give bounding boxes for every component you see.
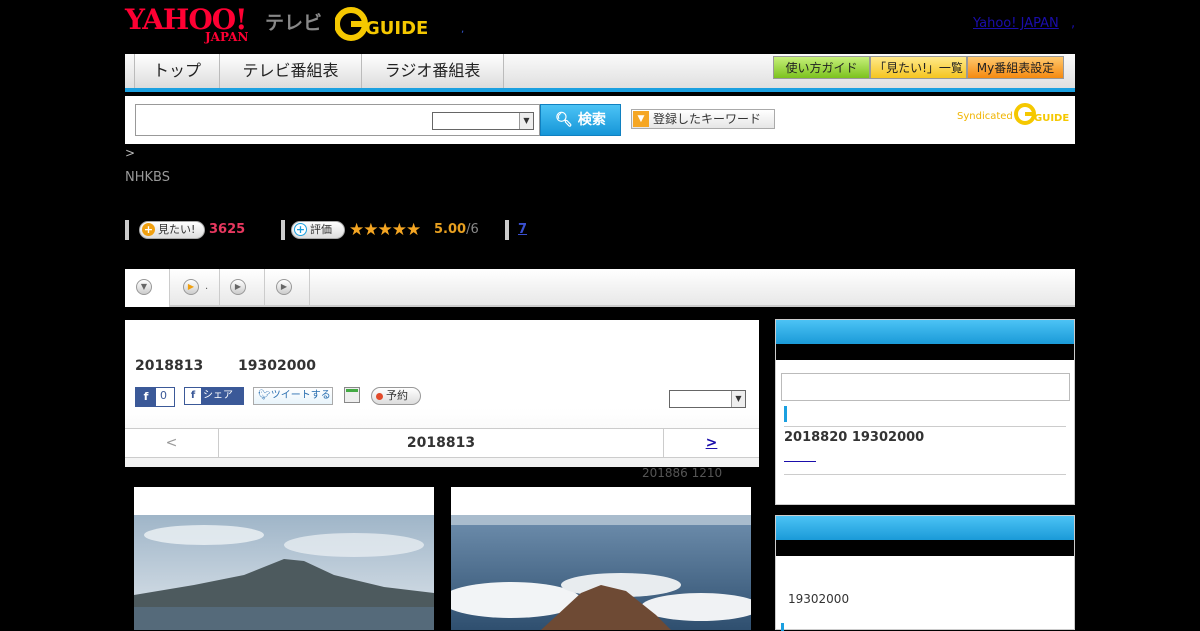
panel-header [776,320,1074,344]
want-label: 見たい! [158,223,196,236]
program-detail-panel: 2018813 19302000 f 0 f シェア 🐦︎ツイートする 予約 ▼ … [125,320,759,467]
summit-view-image [451,515,751,630]
header-dot: , [461,24,465,35]
program-stats: + 見たい! 3625 + 評価 ★★★★★ 5.00/6 7 [125,220,1075,242]
japan-logo-text: JAPAN [205,30,249,44]
rate-label: 評価 [310,223,332,236]
gguide-logo[interactable]: GUIDE [335,6,435,42]
chevron-down-icon: ▼ [519,113,533,129]
panel-header-bar [776,344,1074,360]
panel-header-bar [776,540,1074,556]
registered-keyword-button[interactable]: ▼ 登録したキーワード [631,109,775,129]
reserve-label: 予約 [386,389,408,402]
record-dot-icon [376,393,383,400]
chevron-down-icon: ▼ [136,279,152,295]
reserve-button[interactable]: 予約 [371,387,421,405]
date-navigation: < 2018813 > [125,428,759,458]
tweet-button[interactable]: 🐦︎ツイートする [253,387,333,405]
gguide-logo-text: GUIDE [365,18,428,39]
channel-name: NHKBS [125,170,170,185]
syndicated-gguide-text: GUIDE [1034,113,1069,124]
related-panel: 19302000 [775,515,1075,631]
plus-icon: + [294,223,307,236]
triangle-down-icon: ▼ [633,111,649,127]
program-image-2[interactable] [451,487,751,630]
yahoo-japan-logo[interactable]: YAHOO! JAPAN [125,6,248,45]
panel-header [776,516,1074,540]
next-date-link[interactable]: > [663,429,759,457]
twitter-bird-icon: 🐦︎ [258,390,271,401]
rate-button[interactable]: + 評価 [291,221,345,239]
tab-3[interactable]: ▶ [220,269,265,307]
divider [125,220,129,240]
current-date: 2018813 [406,435,476,451]
previous-date-button[interactable]: < [125,429,219,457]
sidebar-link[interactable] [784,454,816,462]
plus-icon: + [142,223,155,236]
mountain-island-image [134,515,434,630]
usage-guide-button[interactable]: 使い方ガイド [773,56,870,79]
nav-tab-radio-schedule[interactable]: ラジオ番組表 [362,54,504,88]
sidebar-input[interactable] [781,373,1070,401]
calendar-add-icon[interactable] [344,387,360,403]
content-tabs: ▼ ▶ . ▶ ▶ [125,269,1075,307]
facebook-like-count: 0 [160,389,167,402]
want-list-button[interactable]: 「見たい!」一覧 [870,56,967,79]
score-max: /6 [466,222,479,237]
search-icon: 🔍︎ [555,112,573,128]
search-button-label: 検索 [577,112,606,128]
next-broadcast-panel: 2018820 19302000 [775,319,1075,505]
updated-timestamp: 201886 1210 [642,466,723,480]
divider [784,474,1066,475]
next-broadcast-time: 2018820 19302000 [784,430,925,445]
tab-4[interactable]: ▶ [265,269,310,307]
yahoo-japan-link[interactable]: Yahoo! JAPAN [973,16,1059,31]
nav-tab-tv-schedule[interactable]: テレビ番組表 [220,54,362,88]
search-category-select[interactable]: ▼ [432,112,534,130]
facebook-icon: f [136,388,156,406]
score-value: 5.00 [434,222,467,237]
facebook-share-button[interactable]: f シェア [184,387,244,405]
tweet-label: ツイートする [270,390,331,401]
want-button[interactable]: + 見たい! [139,221,205,239]
facebook-like-button[interactable]: f 0 [135,387,175,407]
divider [505,220,509,240]
review-count-link[interactable]: 7 [518,222,527,237]
section-marker [784,406,787,422]
facebook-share-label: シェア [203,390,233,401]
program-image-1[interactable] [134,487,434,630]
nav-tab-top[interactable]: トップ [134,54,220,88]
registered-keyword-label: 登録したキーワード [653,112,762,126]
air-time: 19302000 [238,358,316,374]
chevron-down-icon: ▼ [731,391,745,407]
rating-stars: ★★★★★ [349,220,421,240]
tab-1[interactable]: ▼ [125,269,170,307]
tab-2-label: . [205,281,209,292]
search-button[interactable]: 🔍︎ 検索 [540,104,621,136]
breadcrumb[interactable]: > [125,146,135,160]
divider [281,220,285,240]
device-select[interactable]: ▼ [669,390,746,408]
play-icon: ▶ [183,279,199,295]
search-bar: ▼ 🔍︎ 検索 ▼ 登録したキーワード Syndicated GUIDE [125,96,1075,144]
syndicated-label: Syndicated [957,111,1013,122]
main-nav: トップ テレビ番組表 ラジオ番組表 使い方ガイド 「見たい!」一覧 My番組表設… [125,54,1075,92]
tv-label[interactable]: テレビ [265,8,322,35]
want-count: 3625 [209,222,246,237]
play-icon: ▶ [276,279,292,295]
play-icon: ▶ [230,279,246,295]
header-dot-2: , [1071,16,1076,31]
related-broadcast-time: 19302000 [788,592,850,606]
divider [784,426,1066,427]
syndicated-gguide-logo: GUIDE [1014,103,1069,125]
air-date: 2018813 [135,358,204,374]
tab-2[interactable]: ▶ . [170,269,220,307]
my-schedule-settings-button[interactable]: My番組表設定 [967,56,1064,79]
facebook-icon: f [185,388,201,404]
rating-score: 5.00/6 [434,222,479,237]
